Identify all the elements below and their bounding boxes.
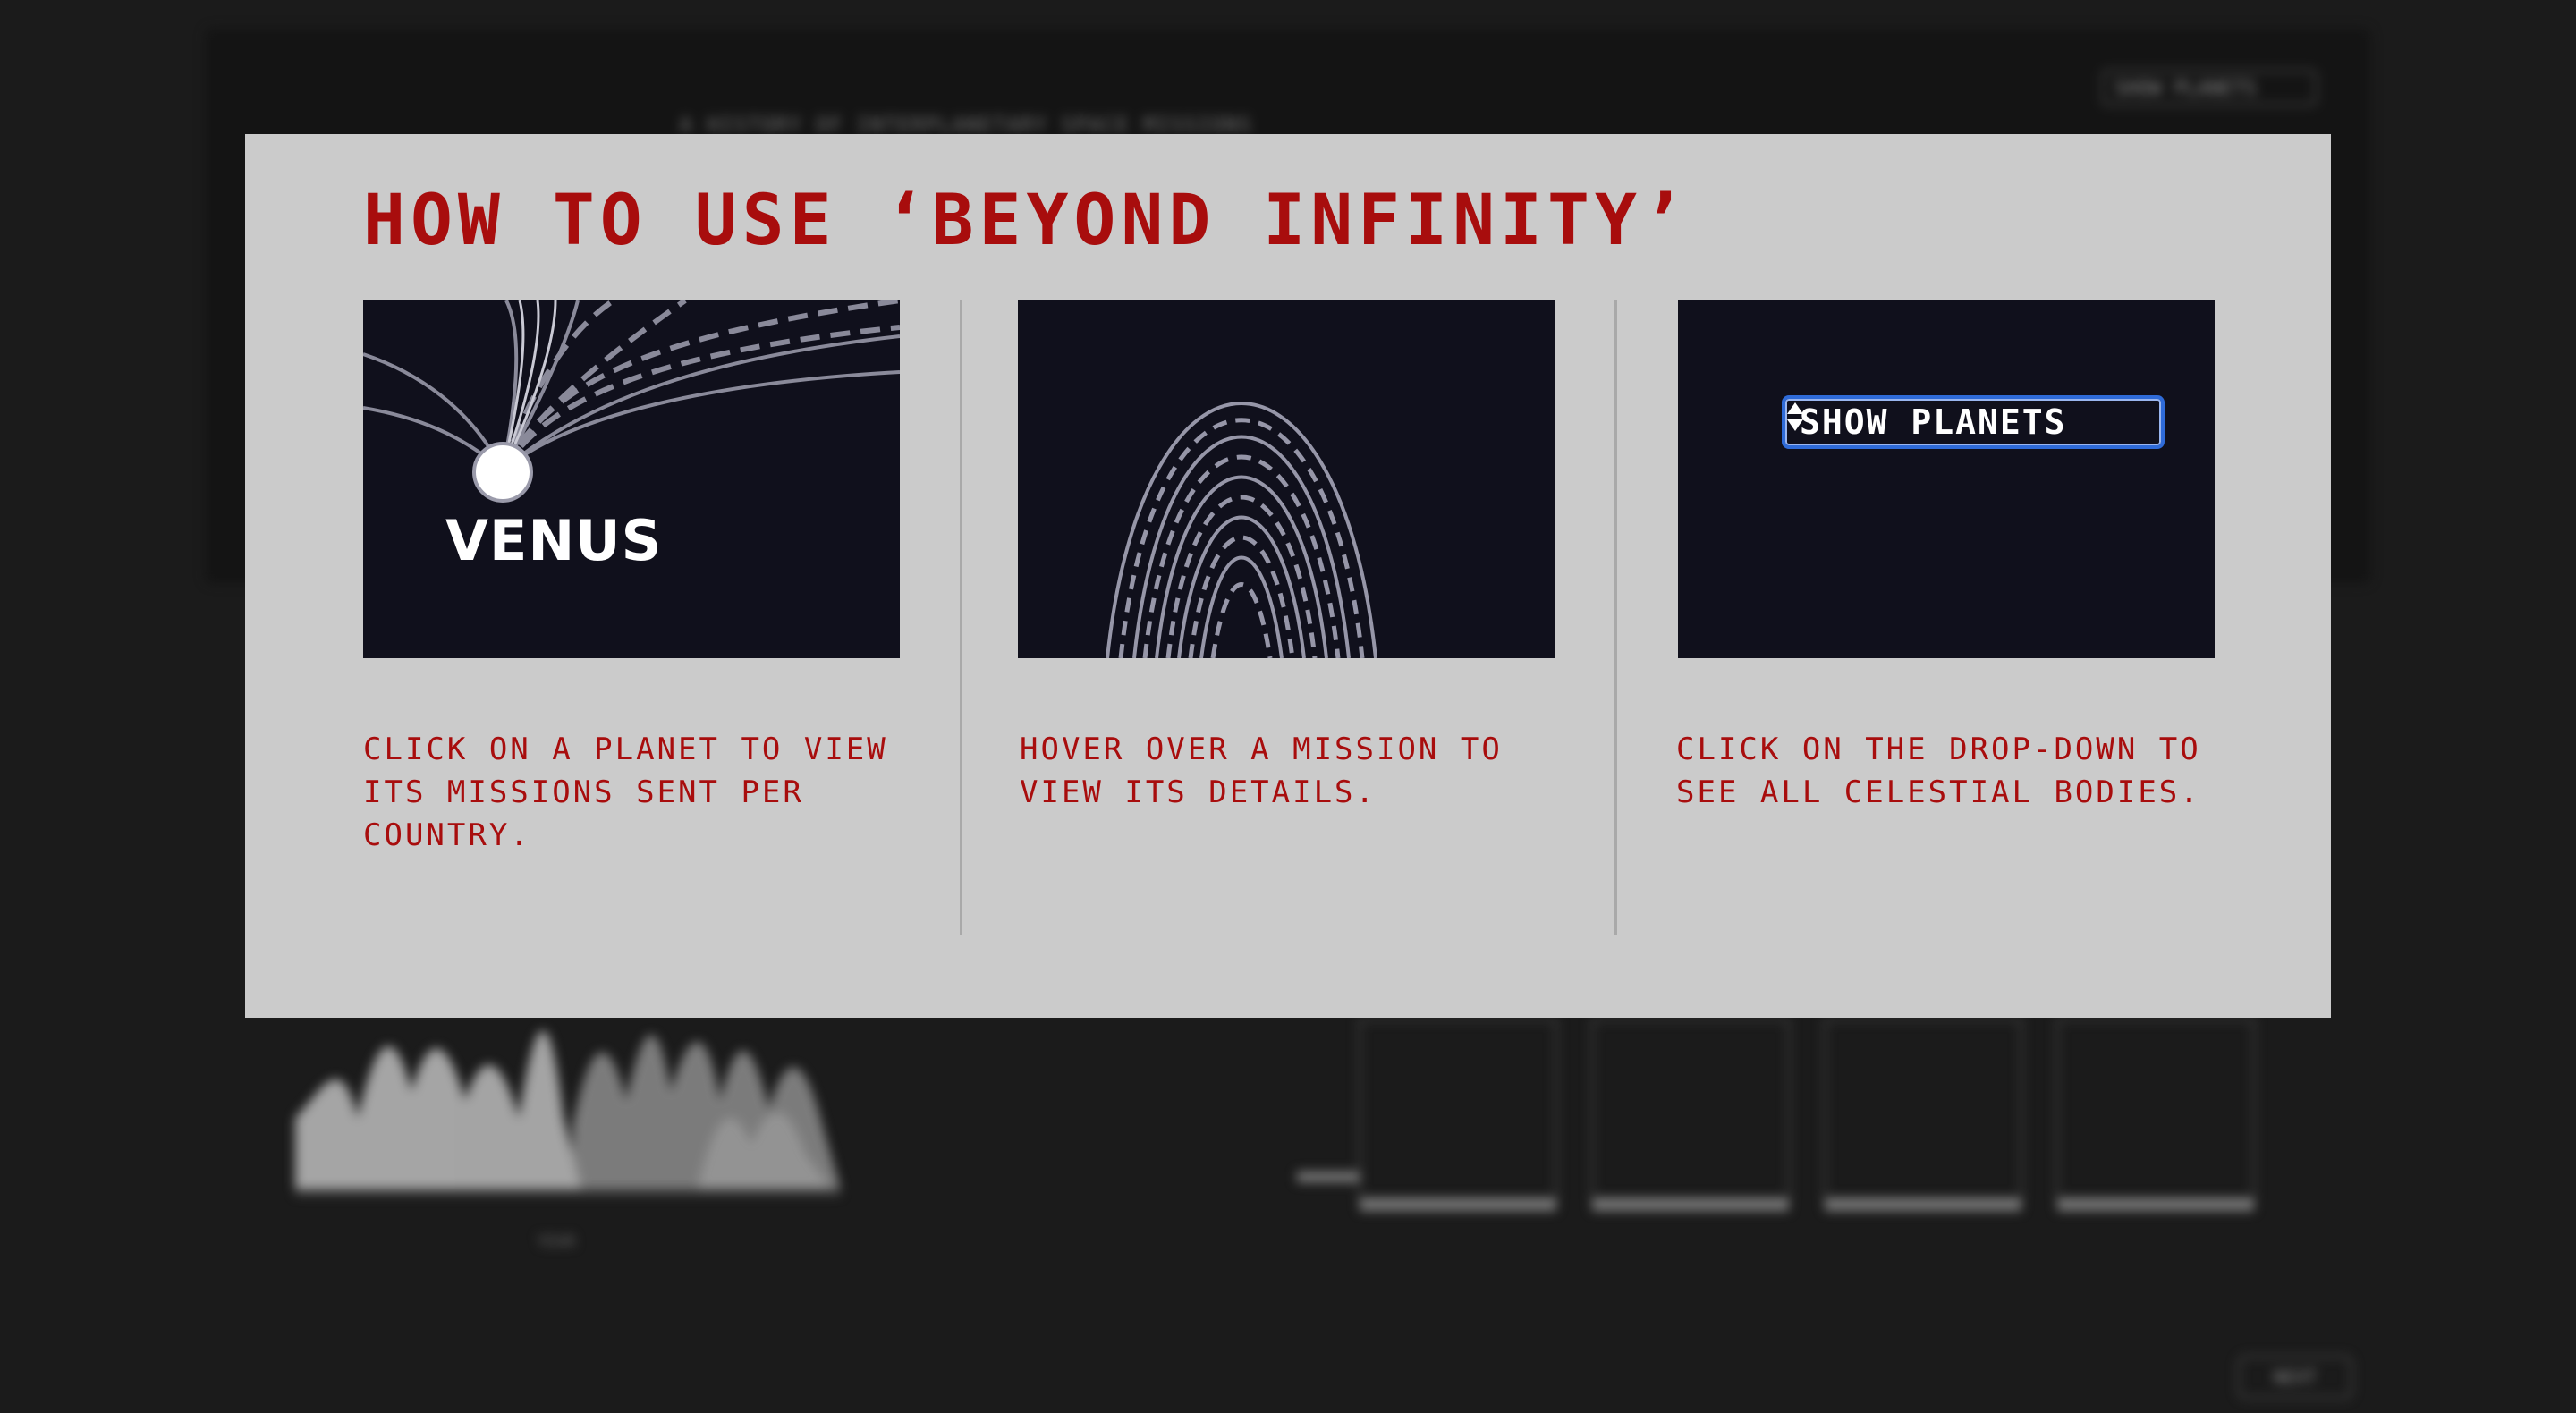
- mission-arcs-illustration: [1106, 402, 1377, 658]
- venus-label: VENUS: [445, 508, 663, 573]
- step-1-caption: CLICK ON A PLANET TO VIEW ITS MISSIONS S…: [363, 732, 888, 853]
- background-next-button: NEXT: [2238, 1356, 2352, 1399]
- step-divider-1: [960, 300, 962, 935]
- step-divider-2: [1614, 300, 1617, 935]
- background-small-multiples: [1359, 1019, 2255, 1199]
- planet-orbits-illustration: [363, 300, 900, 503]
- step-2-preview: [1018, 300, 1555, 658]
- background-small-multiples-ticks: [1297, 1172, 2254, 1211]
- dropdown-demo-value: SHOW PLANETS: [1800, 402, 2067, 442]
- background-x-axis-label: YEAR: [537, 1232, 576, 1251]
- show-planets-dropdown-demo: SHOW PLANETS: [1782, 395, 2165, 449]
- venus-planet-icon: [472, 442, 533, 503]
- step-1-preview: VENUS: [363, 300, 900, 658]
- help-modal: HOW TO USE ‘BEYOND INFINITY’ VENUS CLICK…: [245, 134, 2331, 1018]
- step-3-preview: SHOW PLANETS: [1678, 300, 2215, 658]
- chevron-up-down-icon: [1787, 402, 1803, 431]
- step-2-caption: HOVER OVER A MISSION TO VIEW ITS DETAILS…: [1020, 732, 1503, 810]
- background-area-chart: [295, 1030, 841, 1189]
- step-3-caption: CLICK ON THE DROP-DOWN TO SEE ALL CELEST…: [1676, 732, 2201, 810]
- modal-title: HOW TO USE ‘BEYOND INFINITY’: [363, 181, 1690, 261]
